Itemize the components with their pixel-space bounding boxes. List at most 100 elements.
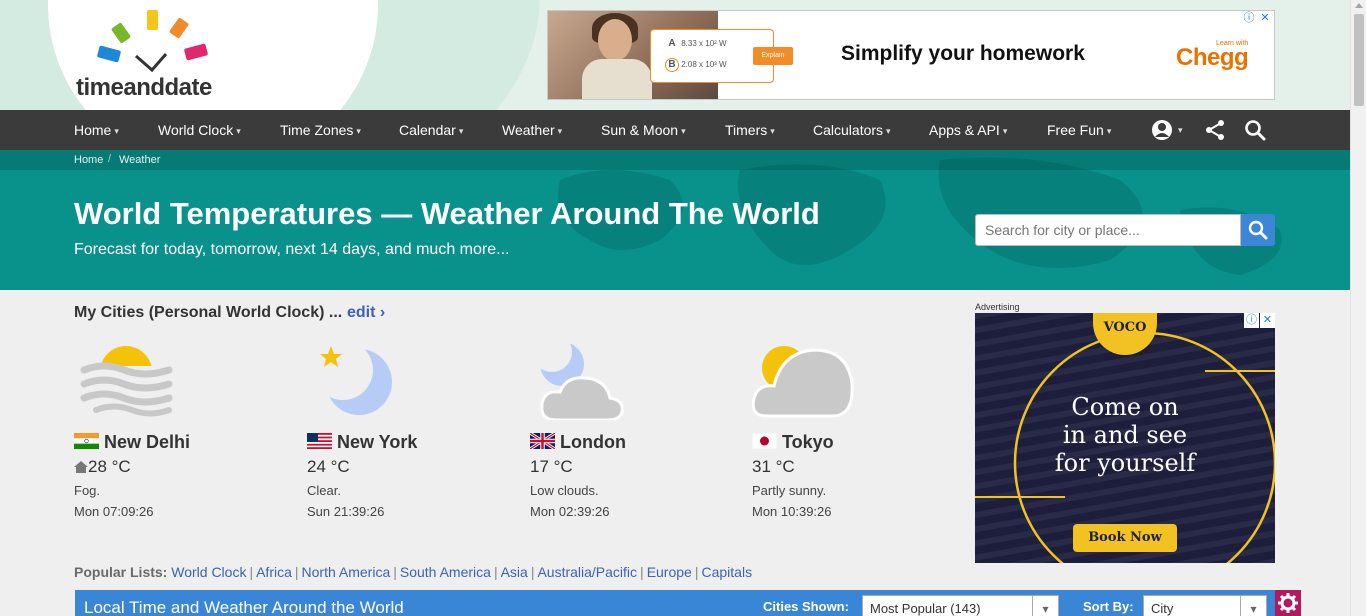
ad-close-icon[interactable]: ✕: [1258, 11, 1272, 25]
city-card-new-york[interactable]: New York 24 °C Clear. Sun 21:39:26: [307, 340, 517, 530]
ad-explain-button[interactable]: Explain: [753, 47, 793, 65]
city-name: Tokyo: [782, 432, 834, 452]
page: { "logo": { "text": "timeanddate" }, "to…: [0, 0, 1366, 616]
city-time: Mon 10:39:26: [752, 504, 832, 519]
ad-info-icon[interactable]: ⓘ: [1244, 313, 1259, 328]
chevron-down-icon: ▾: [1240, 596, 1266, 616]
nav-item-calendar[interactable]: Calendar ▾: [399, 110, 463, 150]
nav-item-world-clock[interactable]: World Clock ▾: [158, 110, 241, 150]
city-card-new-delhi[interactable]: New Delhi 28 °C Fog. Mon 07:09:26: [74, 340, 284, 530]
popular-link-africa[interactable]: Africa: [256, 564, 292, 580]
advertising-label: Advertising: [975, 302, 1020, 312]
sort-by-select[interactable]: City ▾: [1143, 595, 1267, 616]
ad-headline: Simplify your homework: [841, 42, 1085, 65]
share-icon[interactable]: [1203, 118, 1227, 142]
nav-item-timers[interactable]: Timers ▾: [725, 110, 775, 150]
city-weather-desc: Partly sunny.: [752, 483, 827, 498]
city-weather-desc: Clear.: [307, 483, 341, 498]
city-time: Mon 07:09:26: [74, 504, 154, 519]
nav-item-sun-moon[interactable]: Sun & Moon ▾: [601, 110, 686, 150]
city-card-tokyo[interactable]: Tokyo 31 °C Partly sunny. Mon 10:39:26: [752, 340, 962, 530]
uk-flag: [530, 433, 555, 449]
chevron-down-icon: ▾: [1002, 126, 1008, 137]
fog-icon: [74, 346, 184, 420]
popular-link-capitals[interactable]: Capitals: [701, 564, 752, 580]
breadcrumb-current[interactable]: Weather: [119, 154, 160, 166]
ad-info-icon[interactable]: ⓘ: [1242, 11, 1256, 25]
local-time-weather-bar: Local Time and Weather Around the World …: [75, 590, 1275, 616]
city-name: New Delhi: [104, 432, 191, 452]
ad-controls: ⓘ ✕: [1244, 313, 1275, 328]
city-time: Sun 21:39:26: [307, 504, 385, 519]
popular-lists: Popular Lists: World Clock | Africa | North …: [74, 564, 753, 580]
city-time: Mon 02:39:26: [530, 504, 610, 519]
gear-icon: [1278, 593, 1298, 613]
my-cities-edit-link[interactable]: edit ›: [347, 304, 385, 322]
chevron-down-icon: ▾: [886, 126, 891, 137]
ad-copy: Come on in and see for yourself: [1054, 393, 1196, 477]
chevron-down-icon: ▾: [458, 126, 464, 137]
moon-cloud-icon: [532, 340, 624, 420]
india-flag: [74, 433, 99, 449]
popular-link-north-america[interactable]: North America: [302, 564, 391, 580]
city-name: New York: [337, 432, 418, 452]
chevron-down-icon: ▾: [557, 126, 563, 137]
account-icon[interactable]: [1150, 118, 1174, 142]
search-input[interactable]: [975, 214, 1241, 246]
ad-book-now-button[interactable]: Book Now: [1073, 524, 1177, 552]
city-temperature: 31 °C: [752, 457, 795, 476]
breadcrumb-home[interactable]: Home: [74, 154, 103, 166]
popular-lists-label: Popular Lists:: [74, 564, 168, 580]
popular-link-australia-pacific[interactable]: Australia/Pacific: [537, 564, 637, 580]
chevron-down-icon: ▾: [770, 126, 775, 137]
search-icon[interactable]: [1243, 118, 1267, 142]
nav-item-home[interactable]: Home ▾: [74, 110, 119, 150]
sort-by-label: Sort By:: [1083, 599, 1134, 614]
popular-link-world-clock[interactable]: World Clock: [171, 564, 246, 580]
top-ad-banner[interactable]: A 8.33 x 10² W B 2.08 x 10³ W Explain Si…: [547, 10, 1275, 100]
cities-shown-label: Cities Shown:: [763, 599, 849, 614]
chevron-down-icon: ▾: [356, 126, 361, 137]
scrollbar-thumb[interactable]: [1354, 14, 1364, 106]
nav-item-free-fun[interactable]: Free Fun ▾: [1047, 110, 1111, 150]
city-weather-desc: Low clouds.: [530, 483, 599, 498]
city-temperature: 28 °C: [88, 457, 131, 476]
nav-item-calculators[interactable]: Calculators ▾: [813, 110, 891, 150]
popular-link-south-america[interactable]: South America: [400, 564, 491, 580]
chevron-down-icon: ▾: [114, 126, 119, 137]
popular-link-asia[interactable]: Asia: [501, 564, 528, 580]
ad-close-icon[interactable]: ✕: [1260, 313, 1275, 328]
popular-link-europe[interactable]: Europe: [647, 564, 692, 580]
cities-shown-select[interactable]: Most Popular (143) ▾: [862, 595, 1059, 616]
nav-item-time-zones[interactable]: Time Zones ▾: [280, 110, 361, 150]
search-icon: [1248, 220, 1268, 240]
nav-item-apps-api[interactable]: Apps & API ▾: [929, 110, 1007, 150]
moon-star-icon: [313, 340, 392, 415]
breadcrumb-separator: /: [108, 153, 112, 165]
site-header: timeanddate A 8.33 x 10² W B 2.08 x 10³ …: [0, 0, 1350, 110]
page-subtitle: Forecast for today, tomorrow, next 14 da…: [74, 241, 510, 258]
local-time-title: Local Time and Weather Around the World: [84, 598, 404, 616]
ad-formula-card: A 8.33 x 10² W B 2.08 x 10³ W Explain: [650, 29, 793, 83]
right-ad-banner[interactable]: VOCO Come on in and see for yourself Boo…: [975, 313, 1275, 563]
scroll-up-icon[interactable]: [1355, 3, 1363, 8]
main-nav: Home ▾ World Clock ▾ Time Zones ▾ Calendar ▾…: [0, 110, 1350, 150]
page-scrollbar[interactable]: [1350, 0, 1366, 616]
city-card-london[interactable]: London 17 °C Low clouds. Mon 02:39:26: [530, 340, 740, 530]
chevron-down-icon[interactable]: ▾: [1178, 110, 1183, 150]
home-icon: [74, 461, 88, 473]
city-weather-desc: Fog.: [74, 483, 101, 498]
chevron-down-icon: ▾: [236, 126, 241, 137]
city-name: London: [560, 432, 626, 452]
nav-item-weather[interactable]: Weather ▾: [502, 110, 562, 150]
japan-flag: [752, 433, 777, 449]
city-temperature: 17 °C: [530, 457, 573, 476]
settings-button[interactable]: [1275, 590, 1301, 616]
logo-text[interactable]: timeanddate: [76, 74, 212, 102]
sun-cloud-icon: [752, 346, 854, 418]
search-button[interactable]: [1241, 214, 1275, 246]
page-title: World Temperatures — Weather Around The …: [74, 196, 820, 231]
chevron-down-icon: ▾: [1106, 126, 1112, 137]
city-temperature: 24 °C: [307, 457, 350, 476]
my-cities-title: My Cities (Personal World Clock) ...: [74, 304, 343, 321]
